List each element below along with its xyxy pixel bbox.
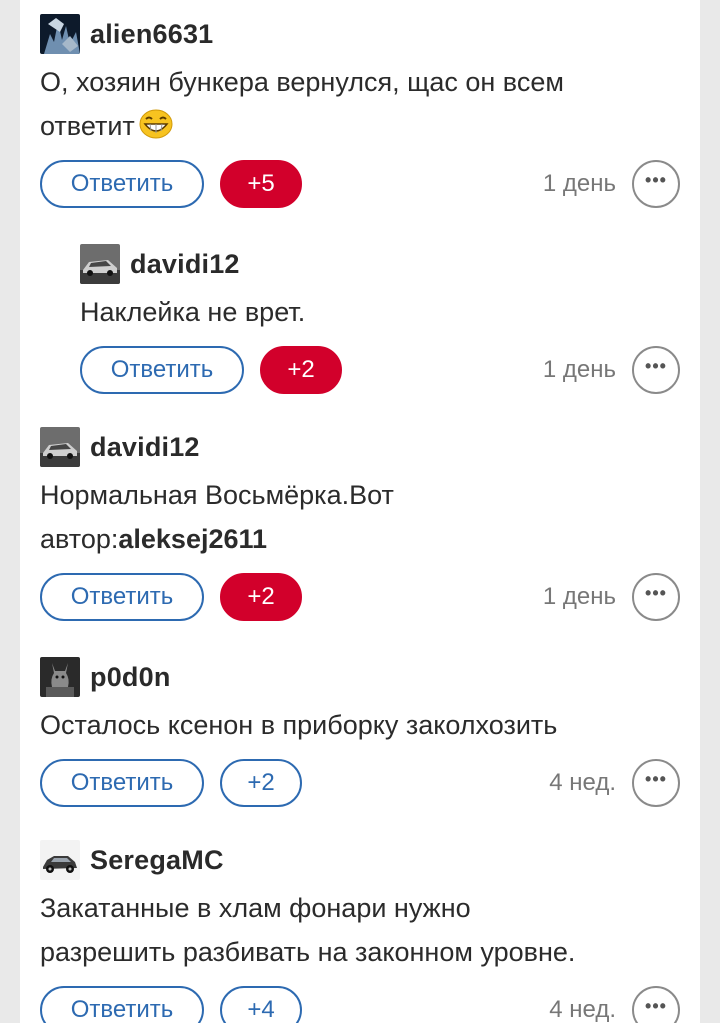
ellipsis-icon: ••• bbox=[645, 583, 667, 603]
comment-item: SeregaMC Закатанные в хлам фонари нужно … bbox=[40, 840, 680, 1023]
comment-item: alien6631 О, хозяин бункера вернулся, ща… bbox=[40, 14, 680, 210]
comment-text: Осталось ксенон в приборку заколхозить bbox=[40, 703, 680, 747]
author-name[interactable]: p0d0n bbox=[90, 662, 171, 693]
rating-button[interactable]: +4 bbox=[220, 986, 302, 1023]
comment-text: Закатанные в хлам фонари нужно разрешить… bbox=[40, 886, 680, 974]
comment-actions: Ответить +2 1 день ••• bbox=[40, 573, 680, 623]
ellipsis-icon: ••• bbox=[645, 996, 667, 1016]
comment-header: SeregaMC bbox=[40, 840, 680, 880]
ellipsis-icon: ••• bbox=[645, 769, 667, 789]
comment-actions: Ответить +2 1 день ••• bbox=[80, 346, 680, 396]
rating-button[interactable]: +2 bbox=[220, 573, 302, 621]
comment-header: p0d0n bbox=[40, 657, 680, 697]
avatar[interactable] bbox=[80, 244, 120, 284]
more-button[interactable]: ••• bbox=[632, 346, 680, 394]
comment-text-line: О, хозяин бункера вернулся, щас он всем bbox=[40, 67, 564, 97]
comment-text-line: автор:aleksej2611 bbox=[40, 524, 268, 554]
comment-text: О, хозяин бункера вернулся, щас он всем … bbox=[40, 60, 680, 148]
car-avatar-icon bbox=[40, 840, 80, 880]
comment-text-line: Наклейка не врет. bbox=[80, 297, 306, 327]
ellipsis-icon: ••• bbox=[645, 356, 667, 376]
comment-text-line: Закатанные в хлам фонари нужно bbox=[40, 893, 471, 923]
timestamp: 4 нед. bbox=[549, 769, 616, 796]
avatar[interactable] bbox=[40, 657, 80, 697]
comment-actions: Ответить +2 4 нед. ••• bbox=[40, 759, 680, 809]
comment-item: davidi12 Наклейка не врет. Ответить +2 1… bbox=[80, 244, 680, 396]
timestamp: 1 день bbox=[542, 170, 616, 197]
comment-text-line: Нормальная Восьмёрка.Вот bbox=[40, 480, 394, 510]
comment-text-line: ответит bbox=[40, 104, 680, 148]
comment-header: davidi12 bbox=[40, 427, 680, 467]
comment-text-line: Осталось ксенон в приборку заколхозить bbox=[40, 710, 558, 740]
reply-button[interactable]: Ответить bbox=[40, 986, 204, 1023]
user-mention-link[interactable]: aleksej2611 bbox=[118, 524, 267, 554]
reply-button[interactable]: Ответить bbox=[40, 759, 204, 807]
more-button[interactable]: ••• bbox=[632, 759, 680, 807]
author-name[interactable]: davidi12 bbox=[90, 432, 200, 463]
comment-text: Нормальная Восьмёрка.Вот автор:aleksej26… bbox=[40, 473, 680, 561]
rating-button[interactable]: +5 bbox=[220, 160, 302, 208]
avatar[interactable] bbox=[40, 840, 80, 880]
comment-item: p0d0n Осталось ксенон в приборку заколхо… bbox=[40, 657, 680, 809]
rating-button[interactable]: +2 bbox=[260, 346, 342, 394]
avatar[interactable] bbox=[40, 427, 80, 467]
author-name[interactable]: SeregaMC bbox=[90, 845, 224, 876]
timestamp: 4 нед. bbox=[549, 996, 616, 1023]
more-button[interactable]: ••• bbox=[632, 986, 680, 1023]
comment-actions: Ответить +4 4 нед. ••• bbox=[40, 986, 680, 1023]
author-name[interactable]: alien6631 bbox=[90, 19, 213, 50]
car-avatar-icon bbox=[80, 244, 120, 284]
more-button[interactable]: ••• bbox=[632, 573, 680, 621]
alien-avatar-icon bbox=[40, 14, 80, 54]
ellipsis-icon: ••• bbox=[645, 170, 667, 190]
rating-button[interactable]: +2 bbox=[220, 759, 302, 807]
reply-button[interactable]: Ответить bbox=[40, 573, 204, 621]
comment-item: davidi12 Нормальная Восьмёрка.Вот автор:… bbox=[40, 427, 680, 623]
comment-text: Наклейка не врет. bbox=[80, 290, 680, 334]
dark-figure-avatar-icon bbox=[40, 657, 80, 697]
comment-actions: Ответить +5 1 день ••• bbox=[40, 160, 680, 210]
timestamp: 1 день bbox=[542, 356, 616, 383]
car-avatar-icon bbox=[40, 427, 80, 467]
reply-button[interactable]: Ответить bbox=[40, 160, 204, 208]
author-name[interactable]: davidi12 bbox=[130, 249, 240, 280]
timestamp: 1 день bbox=[542, 583, 616, 610]
comments-feed: alien6631 О, хозяин бункера вернулся, ща… bbox=[20, 0, 700, 1023]
comment-header: alien6631 bbox=[40, 14, 680, 54]
comment-text-line: разрешить разбивать на законном уровне. bbox=[40, 937, 576, 967]
grinning-face-emoji-icon bbox=[139, 109, 173, 139]
comment-header: davidi12 bbox=[80, 244, 680, 284]
reply-button[interactable]: Ответить bbox=[80, 346, 244, 394]
more-button[interactable]: ••• bbox=[632, 160, 680, 208]
avatar[interactable] bbox=[40, 14, 80, 54]
